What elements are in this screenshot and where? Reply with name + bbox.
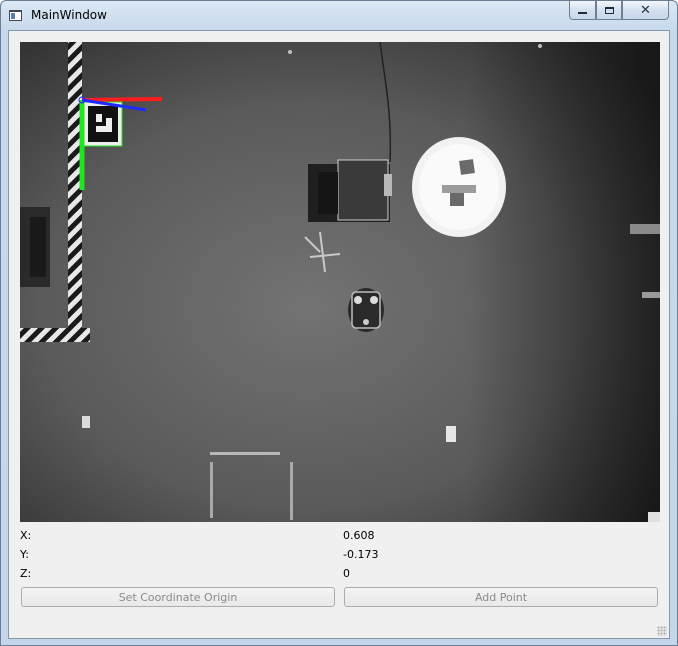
- add-point-button[interactable]: Add Point: [344, 587, 658, 607]
- title-bar[interactable]: MainWindow ✕: [1, 1, 677, 29]
- z-value: 0: [343, 567, 350, 580]
- minimize-icon: [578, 11, 587, 14]
- z-label: Z:: [20, 567, 32, 580]
- size-grip[interactable]: [657, 626, 667, 636]
- window-title: MainWindow: [31, 8, 107, 22]
- central-widget: X: 0.608 Y: -0.173 Z: 0 Set Coordinate O…: [8, 30, 670, 639]
- close-icon: ✕: [640, 2, 651, 18]
- x-label: X:: [20, 529, 32, 542]
- y-value: -0.173: [343, 548, 379, 561]
- app-window-icon: [9, 10, 22, 21]
- close-button[interactable]: ✕: [622, 1, 669, 20]
- main-window: MainWindow ✕ X: 0.608 Y: -0.173 Z: 0 Set…: [0, 0, 678, 646]
- x-axis-line: [81, 97, 163, 102]
- small-robot: [348, 288, 384, 332]
- x-value: 0.608: [343, 529, 375, 542]
- tape-stripe: [68, 42, 82, 342]
- maximize-icon: [604, 6, 614, 14]
- maximize-button[interactable]: [596, 1, 622, 20]
- camera-view[interactable]: [20, 42, 660, 522]
- set-coordinate-origin-button[interactable]: Set Coordinate Origin: [21, 587, 335, 607]
- y-label: Y:: [20, 548, 29, 561]
- minimize-button[interactable]: [569, 1, 596, 20]
- camera-image: [20, 42, 660, 522]
